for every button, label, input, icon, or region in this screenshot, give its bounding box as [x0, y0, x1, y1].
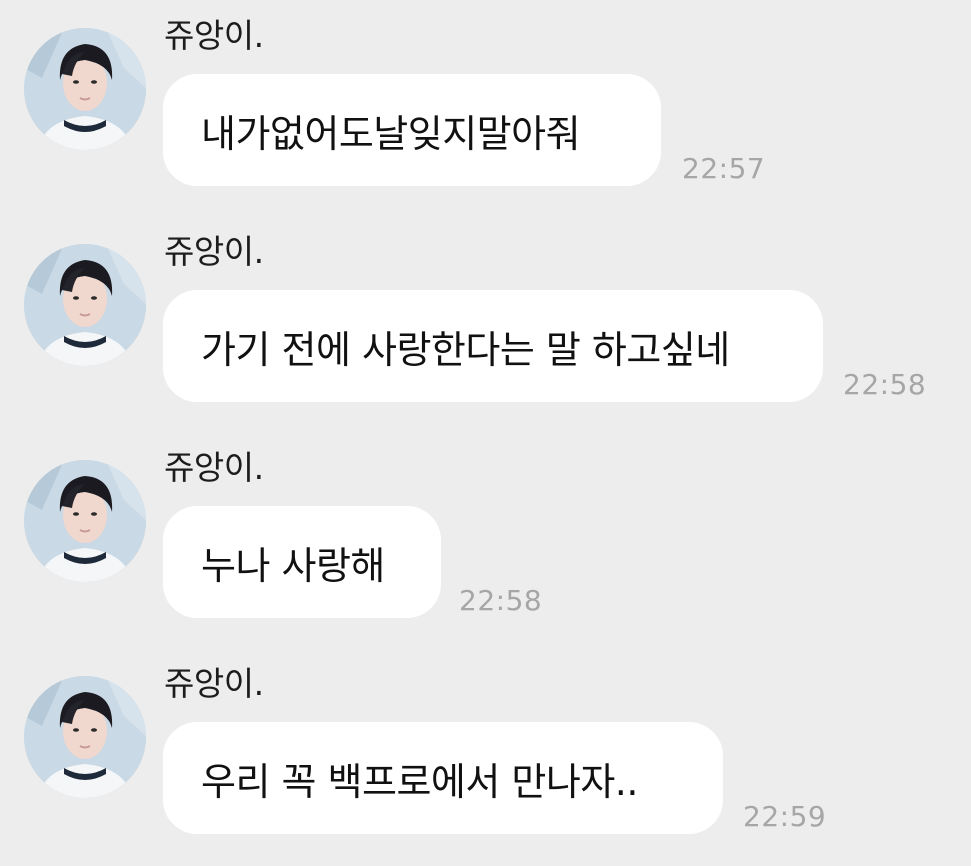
- message-timestamp: 22:58: [459, 584, 543, 617]
- chat-message: 쥬앙이. 누나 사랑해 22:58: [0, 432, 971, 642]
- message-text: 내가없어도날잊지말아줘: [201, 111, 581, 156]
- message-timestamp: 22:58: [843, 368, 927, 401]
- sender-avatar[interactable]: [24, 28, 146, 150]
- sender-avatar[interactable]: [24, 676, 146, 798]
- avatar-photo-icon: [24, 460, 146, 582]
- chat-message-list: 쥬앙이. 내가없어도날잊지말아줘 22:57 쥬앙이. 가기 전에 사랑한다는 …: [0, 0, 971, 866]
- message-bubble[interactable]: 가기 전에 사랑한다는 말 하고싶네: [163, 290, 823, 402]
- chat-message: 쥬앙이. 우리 꼭 백프로에서 만나자.. 22:59: [0, 648, 971, 858]
- message-timestamp: 22:59: [743, 800, 827, 833]
- avatar-photo-icon: [24, 244, 146, 366]
- chat-message: 쥬앙이. 내가없어도날잊지말아줘 22:57: [0, 0, 971, 210]
- message-text: 가기 전에 사랑한다는 말 하고싶네: [201, 327, 730, 372]
- chat-message: 쥬앙이. 가기 전에 사랑한다는 말 하고싶네 22:58: [0, 216, 971, 426]
- avatar-photo-icon: [24, 28, 146, 150]
- sender-name: 쥬앙이.: [164, 16, 264, 55]
- message-text: 우리 꼭 백프로에서 만나자..: [201, 759, 638, 804]
- message-timestamp: 22:57: [682, 152, 766, 185]
- sender-name: 쥬앙이.: [164, 664, 264, 703]
- message-bubble[interactable]: 누나 사랑해: [163, 506, 441, 618]
- message-bubble[interactable]: 우리 꼭 백프로에서 만나자..: [163, 722, 723, 834]
- sender-name: 쥬앙이.: [164, 448, 264, 487]
- sender-avatar[interactable]: [24, 244, 146, 366]
- message-text: 누나 사랑해: [201, 543, 385, 588]
- message-bubble[interactable]: 내가없어도날잊지말아줘: [163, 74, 661, 186]
- sender-name: 쥬앙이.: [164, 232, 264, 271]
- avatar-photo-icon: [24, 676, 146, 798]
- sender-avatar[interactable]: [24, 460, 146, 582]
